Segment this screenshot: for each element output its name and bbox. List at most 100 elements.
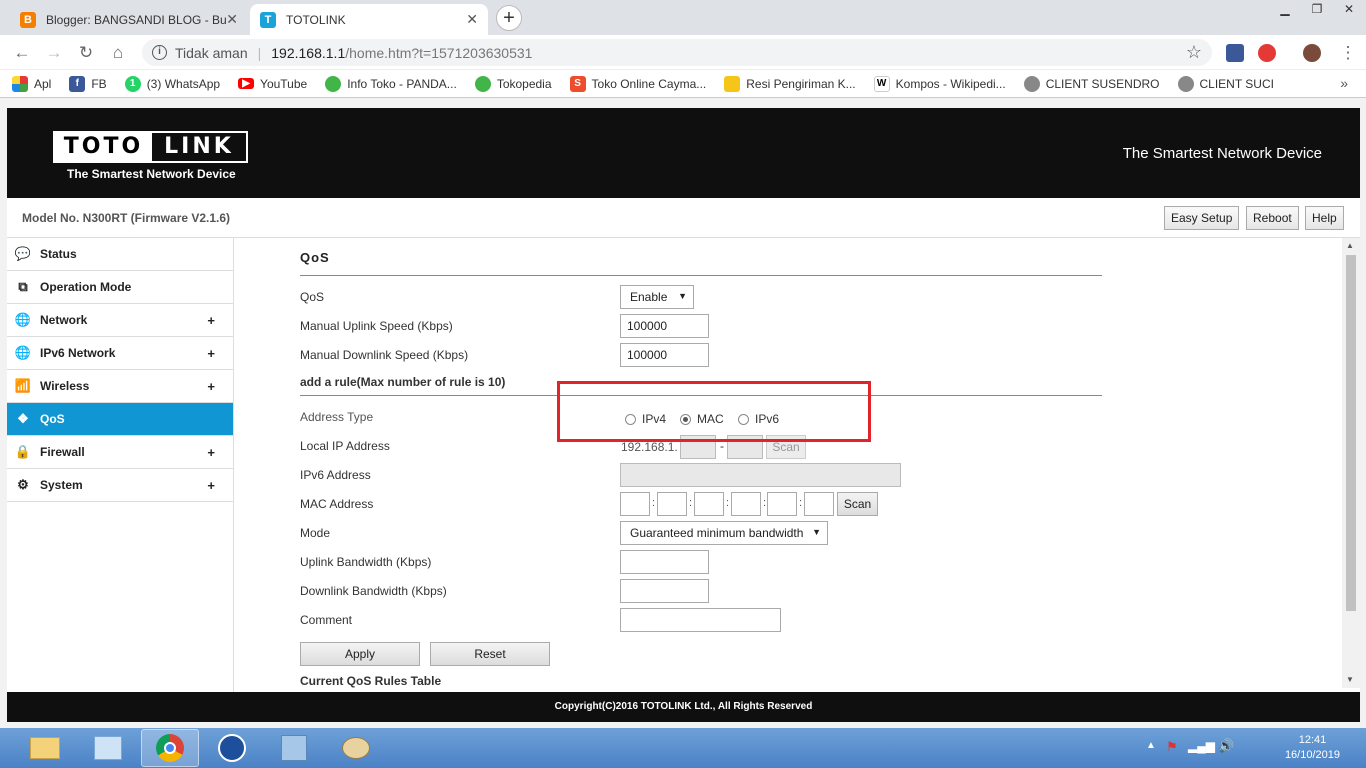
downlink-speed-input[interactable]: 100000 [620, 343, 709, 367]
system-tray: ▲ ⚑ ▂▄▆ 🔊 12:41 16/10/2019 [1146, 728, 1366, 768]
mode-select[interactable]: Guaranteed minimum bandwidth ▼ [620, 521, 828, 545]
mac-octet-4-input[interactable] [731, 492, 761, 516]
menu-icon[interactable]: ⋮ [1336, 41, 1360, 65]
sidebar-item-wireless[interactable]: 📶 Wireless + [7, 370, 233, 403]
expand-icon[interactable]: + [207, 313, 215, 328]
rule-heading: add a rule(Max number of rule is 10) [300, 375, 506, 389]
mac-octet-2-input[interactable] [657, 492, 687, 516]
uplink-speed-label: Manual Uplink Speed (Kbps) [300, 319, 453, 333]
extension-icon[interactable] [1258, 44, 1276, 62]
ipv6-address-input[interactable] [620, 463, 901, 487]
mac-scan-button[interactable]: Scan [837, 492, 878, 516]
restore-icon[interactable]: ❐ [1302, 0, 1332, 18]
tab-totolink[interactable]: T TOTOLINK ✕ [250, 4, 488, 35]
forward-icon[interactable]: → [42, 41, 66, 65]
windows-icon: ⧉ [18, 279, 28, 294]
bookmark-toko-online[interactable]: S Toko Online Cayma... [569, 75, 706, 92]
sidebar-item-ipv6-network[interactable]: 🌐 IPv6 Network + [7, 337, 233, 370]
more-bookmarks-icon[interactable]: » [1340, 75, 1348, 91]
mac-octet-3-input[interactable] [694, 492, 724, 516]
uplink-speed-input[interactable]: 100000 [620, 314, 709, 338]
bookmark-whatsapp[interactable]: 1 (3) WhatsApp [124, 75, 220, 92]
window-close-icon[interactable]: ✕ [1334, 0, 1364, 18]
minimize-icon[interactable]: ▁ [1270, 0, 1300, 18]
globe-icon: 🌐 [14, 345, 32, 360]
bookmark-fb[interactable]: f FB [69, 75, 107, 92]
tokopedia-icon [325, 75, 342, 92]
mac-octet-5-input[interactable] [767, 492, 797, 516]
scroll-down-icon[interactable]: ▼ [1346, 675, 1354, 684]
comment-input[interactable] [620, 608, 781, 632]
bookmark-resi[interactable]: Resi Pengiriman K... [724, 75, 856, 92]
qos-icon: ❖ [17, 411, 29, 426]
mac-octet-1-input[interactable] [620, 492, 650, 516]
sidebar-item-network[interactable]: 🌐 Network + [7, 304, 233, 337]
info-icon[interactable]: i [152, 45, 167, 60]
uplink-bandwidth-input[interactable] [620, 550, 709, 574]
profile-avatar[interactable] [1303, 44, 1321, 62]
file-explorer-icon[interactable] [16, 729, 74, 767]
expand-icon[interactable]: + [207, 346, 215, 361]
bookmark-tokopedia[interactable]: Tokopedia [474, 75, 552, 92]
back-icon[interactable]: ← [10, 41, 34, 65]
browser-tab-strip: B Blogger: BANGSANDI BLOG - Bu ✕ T TOTOL… [0, 0, 1366, 35]
expand-icon[interactable]: + [207, 379, 215, 394]
bookmark-star-icon[interactable]: ☆ [1186, 42, 1202, 63]
sidebar-item-firewall[interactable]: 🔒 Firewall + [7, 436, 233, 469]
scroll-thumb[interactable] [1346, 255, 1356, 611]
tray-expand-icon[interactable]: ▲ [1146, 740, 1156, 751]
page-scrollbar[interactable]: ▲ ▼ [1342, 238, 1360, 688]
scroll-up-icon[interactable]: ▲ [1346, 241, 1354, 250]
close-tab-icon[interactable]: ✕ [226, 11, 238, 28]
reset-button[interactable]: Reset [430, 642, 550, 666]
volume-icon[interactable]: 🔊 [1218, 738, 1234, 754]
apply-button[interactable]: Apply [300, 642, 420, 666]
mac-separator: : [799, 497, 803, 509]
reboot-button[interactable]: Reboot [1246, 206, 1299, 230]
help-button[interactable]: Help [1305, 206, 1344, 230]
control-panel-icon[interactable] [79, 729, 137, 767]
tab-blogger[interactable]: B Blogger: BANGSANDI BLOG - Bu ✕ [10, 4, 248, 35]
new-tab-button[interactable]: + [496, 5, 522, 31]
app-icon[interactable] [203, 729, 261, 767]
bookmarks-bar: Apl f FB 1 (3) WhatsApp ▶ YouTube Info Toko… [0, 70, 1366, 98]
totolink-logo: TOTO LINK [53, 131, 248, 163]
sidebar-item-qos[interactable]: ❖ QoS [7, 403, 233, 436]
mac-octet-6-input[interactable] [804, 492, 834, 516]
expand-icon[interactable]: + [207, 478, 215, 493]
shopee-icon: S [569, 75, 586, 92]
logo-tagline: The Smartest Network Device [67, 167, 236, 181]
envelope-icon [724, 75, 741, 92]
globe-icon: 🌐 [14, 312, 32, 327]
bookmark-info-toko[interactable]: Info Toko - PANDA... [325, 75, 457, 92]
home-icon[interactable]: ⌂ [106, 41, 130, 65]
expand-icon[interactable]: + [207, 445, 215, 460]
clock[interactable]: 12:41 16/10/2019 [1285, 733, 1340, 763]
qos-content: QoS QoS Enable ▼ Manual Uplink Speed (Kbp… [234, 238, 1342, 688]
flag-icon[interactable]: ⚑ [1166, 739, 1178, 755]
address-bar[interactable]: i Tidak aman | 192.168.1.1 /home.htm?t=1… [142, 39, 1212, 66]
bookmark-apps[interactable]: Apl [12, 75, 51, 92]
downlink-bandwidth-input[interactable] [620, 579, 709, 603]
sidebar-item-operation-mode[interactable]: ⧉ Operation Mode [7, 271, 233, 304]
browser-toolbar: ← → ↻ ⌂ i Tidak aman | 192.168.1.1 /home… [0, 35, 1366, 70]
close-tab-icon[interactable]: ✕ [466, 11, 478, 28]
chrome-icon[interactable] [141, 729, 199, 767]
sidebar-item-status[interactable]: 💬 Status [7, 238, 233, 271]
reload-icon[interactable]: ↻ [74, 41, 98, 65]
security-label: Tidak aman [175, 44, 248, 61]
user-accounts-icon[interactable] [265, 729, 323, 767]
qos-select[interactable]: Enable ▼ [620, 285, 694, 309]
header-slogan: The Smartest Network Device [1122, 145, 1322, 162]
local-ip-label: Local IP Address [300, 439, 390, 453]
sidebar-item-system[interactable]: ⚙ System + [7, 469, 233, 502]
facebook-extension-icon[interactable] [1226, 44, 1244, 62]
network-signal-icon[interactable]: ▂▄▆ [1188, 739, 1215, 753]
chevron-down-icon: ▼ [678, 291, 687, 301]
paint-icon[interactable] [327, 729, 385, 767]
easy-setup-button[interactable]: Easy Setup [1164, 206, 1240, 230]
bookmark-client-suci[interactable]: CLIENT SUCI [1177, 75, 1274, 92]
bookmark-youtube[interactable]: ▶ YouTube [238, 77, 307, 91]
bookmark-kompos[interactable]: W Kompos - Wikipedi... [873, 75, 1006, 92]
bookmark-client-susendro[interactable]: CLIENT SUSENDRO [1023, 75, 1160, 92]
